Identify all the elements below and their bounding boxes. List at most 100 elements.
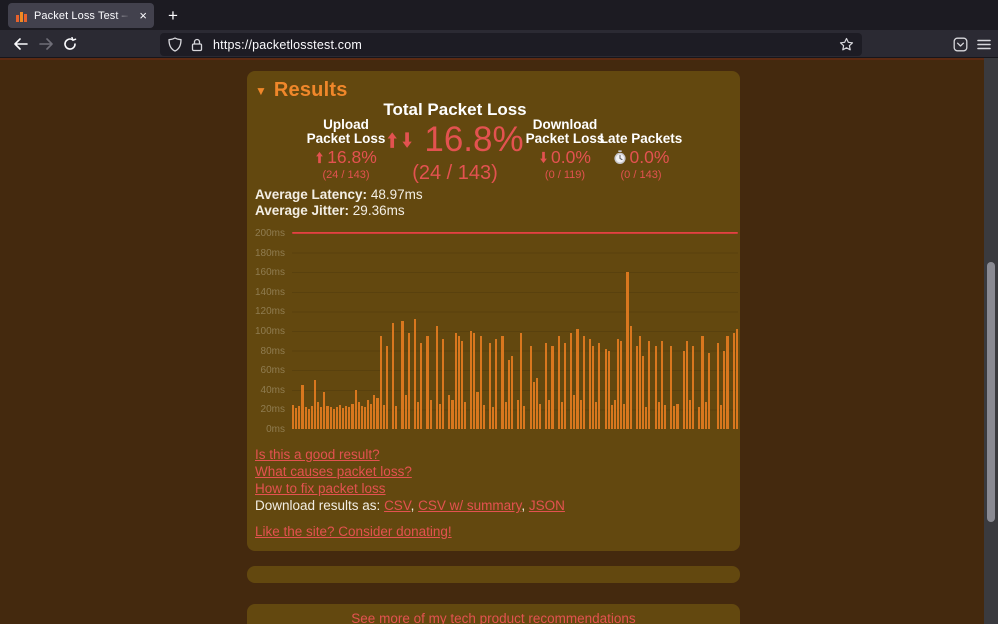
latency-bar	[313, 380, 317, 429]
latency-bar	[345, 405, 348, 429]
latency-bar	[463, 401, 467, 429]
latency-bar	[623, 403, 626, 429]
link-row: Is this a good result?	[255, 447, 380, 462]
latency-bar	[320, 407, 323, 429]
latency-bar	[563, 342, 567, 429]
page-top-divider	[0, 58, 984, 60]
forward-button[interactable]	[34, 32, 58, 56]
tracking-shield-icon[interactable]	[168, 37, 182, 52]
latency-bar	[582, 335, 585, 429]
bookmark-star-icon[interactable]	[839, 37, 854, 52]
latency-bar	[373, 394, 376, 429]
lock-icon[interactable]	[191, 38, 203, 52]
latency-bar	[335, 406, 338, 429]
pocket-save-icon[interactable]	[948, 32, 972, 56]
latency-bar	[395, 405, 398, 429]
latency-bar	[723, 350, 726, 429]
latency-bar	[629, 326, 632, 429]
latency-bar	[648, 340, 651, 429]
latency-bar	[442, 338, 445, 429]
late-packets-detail: (0 / 143)	[620, 169, 662, 181]
latency-bar	[332, 409, 335, 429]
collapse-triangle-icon[interactable]: ▼	[255, 84, 267, 98]
latency-bar	[592, 345, 595, 429]
address-bar[interactable]: https://packetlosstest.com	[160, 33, 862, 56]
scrollbar-thumb[interactable]	[987, 262, 995, 522]
latency-bar	[295, 408, 298, 429]
tab-bar: Packet Loss Test – Test Your Co × +	[0, 0, 998, 30]
latency-bar	[479, 335, 482, 429]
total-packet-loss-label: Total Packet Loss	[383, 100, 527, 119]
back-button[interactable]	[8, 32, 32, 56]
y-axis-tick-label: 40ms	[260, 384, 285, 396]
latency-bar	[370, 403, 373, 429]
average-jitter-label: Average Jitter:	[255, 203, 350, 218]
latency-bar	[517, 399, 520, 429]
latency-bar	[367, 399, 370, 429]
latency-bar	[420, 342, 423, 429]
tab-title: Packet Loss Test – Test Your Co	[34, 9, 130, 22]
link-row: How to fix packet loss	[255, 481, 386, 496]
latency-bar	[504, 401, 507, 429]
latency-bar	[570, 333, 573, 429]
download-csv-summary-link[interactable]: CSV w/ summary	[418, 498, 521, 513]
latency-bar	[692, 345, 695, 429]
y-axis-tick-label: 60ms	[260, 365, 285, 377]
latency-bar	[438, 403, 442, 429]
latency-bar	[351, 403, 354, 429]
latency-bar	[304, 407, 307, 429]
latency-bar	[454, 333, 457, 429]
reload-button[interactable]	[58, 32, 82, 56]
total-packet-loss-value: 16.8%	[424, 120, 524, 159]
latency-bar	[382, 404, 385, 429]
tab-close-icon[interactable]: ×	[139, 9, 147, 22]
latency-bar	[363, 407, 367, 429]
latency-bar	[704, 401, 707, 429]
latency-bar	[538, 403, 542, 429]
latency-bar	[620, 340, 623, 429]
latency-bar	[310, 405, 313, 429]
results-section-header[interactable]: ▼ Results	[255, 79, 348, 102]
latency-bar	[595, 401, 598, 429]
latency-bar	[613, 399, 617, 429]
y-axis-tick-label: 200ms	[254, 228, 285, 239]
donate-link[interactable]: Like the site? Consider donating!	[255, 524, 452, 539]
latency-bar	[482, 404, 485, 429]
separator: ,	[410, 498, 419, 513]
download-packet-loss-value: 0.0%	[551, 147, 591, 167]
latency-bar	[654, 345, 657, 429]
latency-bar	[338, 404, 342, 429]
navigation-toolbar: https://packetlosstest.com	[0, 30, 998, 58]
latency-bar	[329, 407, 332, 429]
latency-bar	[670, 345, 673, 429]
fix-packet-loss-link[interactable]: How to fix packet loss	[255, 481, 386, 496]
average-latency-label: Average Latency:	[255, 187, 368, 202]
latency-bar	[676, 403, 679, 429]
latency-bar	[301, 384, 304, 429]
latency-bar	[404, 394, 407, 429]
latency-bar	[638, 335, 642, 429]
browser-window: Packet Loss Test – Test Your Co × + http…	[0, 0, 998, 624]
new-tab-button[interactable]: +	[161, 4, 185, 28]
y-axis-tick-label: 140ms	[254, 286, 285, 298]
menu-hamburger-icon[interactable]	[972, 32, 996, 56]
latency-bar	[720, 404, 723, 429]
upload-label-line1: Upload	[323, 117, 369, 132]
latency-bar	[626, 272, 629, 429]
download-json-link[interactable]: JSON	[529, 498, 565, 513]
latency-bar	[726, 335, 729, 429]
latency-bar	[495, 338, 498, 429]
scrollbar-track[interactable]	[984, 58, 998, 624]
latency-bar	[557, 335, 560, 429]
y-axis-tick-label: 160ms	[254, 267, 285, 279]
good-result-link[interactable]: Is this a good result?	[255, 447, 380, 462]
latency-bar	[492, 407, 495, 429]
url-text[interactable]: https://packetlosstest.com	[213, 38, 362, 52]
latency-bar	[698, 407, 701, 429]
tech-recommendations-link[interactable]: See more of my tech product recommendati…	[351, 611, 635, 624]
y-axis-tick-label: 120ms	[254, 306, 285, 318]
download-csv-link[interactable]: CSV	[384, 498, 411, 513]
causes-packet-loss-link[interactable]: What causes packet loss?	[255, 464, 412, 479]
tab-packet-loss-test[interactable]: Packet Loss Test – Test Your Co ×	[8, 3, 154, 28]
latency-bar	[657, 401, 660, 429]
